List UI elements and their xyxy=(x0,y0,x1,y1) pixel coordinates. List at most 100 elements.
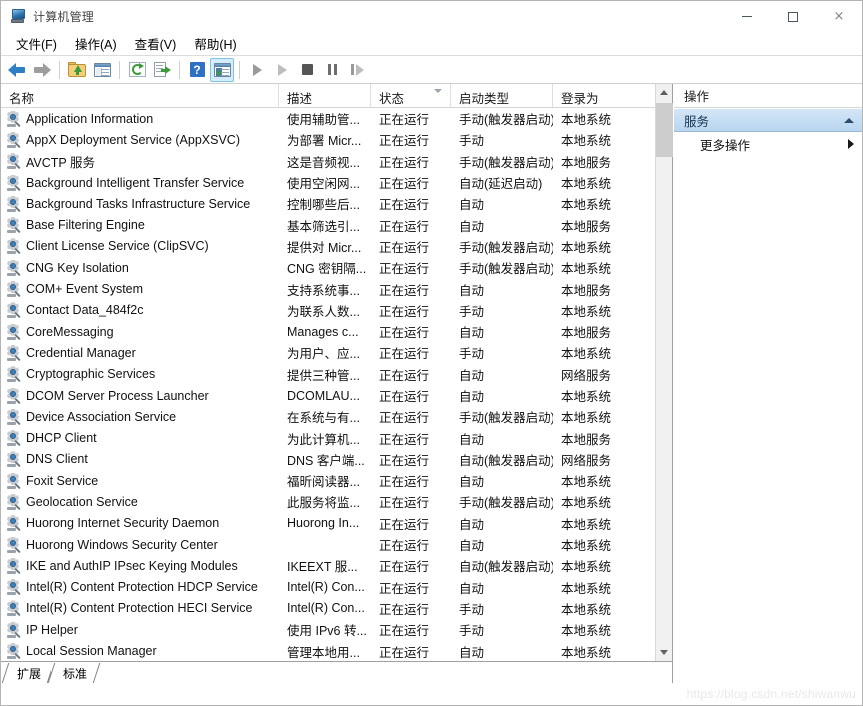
cell-status: 正在运行 xyxy=(379,134,430,149)
service-gear-icon xyxy=(6,323,22,340)
restart-service-button[interactable] xyxy=(270,58,294,82)
table-row[interactable]: CNG Key Isolation CNG 密钥隔... 正在运行 手动(触发器启动)… xyxy=(1,257,655,278)
table-row[interactable]: Base Filtering Engine 基本筛选引... 正在运行 自动 本地服务 xyxy=(1,214,655,235)
table-row[interactable]: Credential Manager 为用户、应... 正在运行 手动 本地系统 xyxy=(1,342,655,363)
help-button[interactable]: ? xyxy=(185,58,209,82)
pause-service-button[interactable] xyxy=(320,58,344,82)
scroll-down-button[interactable] xyxy=(656,644,672,661)
menu-action[interactable]: 操作(A) xyxy=(66,31,126,56)
chevron-up-icon xyxy=(660,90,668,95)
service-name: AVCTP 服务 xyxy=(26,155,95,170)
cell-description: 使用空闲网... xyxy=(287,177,360,192)
cell-log-on-as: 本地系统 xyxy=(561,624,612,639)
scrollbar-track[interactable] xyxy=(656,101,673,644)
service-name: IKE and AuthIP IPsec Keying Modules xyxy=(26,558,238,573)
table-row[interactable]: Geolocation Service 此服务将监... 正在运行 手动(触发器启动)… xyxy=(1,491,655,512)
scroll-up-button[interactable] xyxy=(656,84,672,101)
up-one-level-button[interactable] xyxy=(65,58,89,82)
table-row[interactable]: AppX Deployment Service (AppXSVC) 为部署 Mic… xyxy=(1,129,655,150)
service-name: Base Filtering Engine xyxy=(26,218,145,233)
column-name[interactable]: 名称 xyxy=(1,84,279,107)
menu-file[interactable]: 文件(F) xyxy=(7,31,66,56)
table-row[interactable]: COM+ Event System 支持系统事... 正在运行 自动 本地服务 xyxy=(1,278,655,299)
table-row[interactable]: Intel(R) Content Protection HDCP Service… xyxy=(1,577,655,598)
table-row[interactable]: Background Tasks Infrastructure Service 控… xyxy=(1,193,655,214)
table-row[interactable]: DCOM Server Process Launcher DCOMLAU... 正在… xyxy=(1,385,655,406)
table-row[interactable]: Background Intelligent Transfer Service 使… xyxy=(1,172,655,193)
vertical-scrollbar[interactable] xyxy=(655,84,673,661)
service-gear-icon xyxy=(6,493,22,510)
start-service-button[interactable] xyxy=(245,58,269,82)
table-row[interactable]: IP Helper 使用 IPv6 转... 正在运行 手动 本地系统 xyxy=(1,619,655,640)
help-icon: ? xyxy=(189,62,205,77)
cell-description: 为部署 Micr... xyxy=(287,134,362,149)
service-name: IP Helper xyxy=(26,622,78,637)
service-name: Huorong Windows Security Center xyxy=(26,537,218,552)
cell-name: IP Helper xyxy=(1,621,279,638)
action-more-actions[interactable]: 更多操作 xyxy=(674,132,862,156)
status-bar: https://blog.csdn.net/shiwanwu xyxy=(1,683,862,705)
tab-standard[interactable]: 标准 xyxy=(51,663,98,683)
cell-name: Foxit Service xyxy=(1,472,279,489)
cell-log-on-as: 本地系统 xyxy=(561,539,612,554)
tab-extended[interactable]: 扩展 xyxy=(5,663,52,683)
service-gear-icon xyxy=(6,387,22,404)
service-gear-icon xyxy=(6,366,22,383)
minimize-button[interactable] xyxy=(724,1,770,32)
table-row[interactable]: Local Session Manager 管理本地用... 正在运行 自动 本地系统 xyxy=(1,640,655,661)
cell-status: 正在运行 xyxy=(379,240,430,255)
cell-startup-type: 手动 xyxy=(459,347,485,362)
menu-view[interactable]: 查看(V) xyxy=(126,31,186,56)
cell-description: Huorong In... xyxy=(287,516,360,531)
scrollbar-thumb[interactable] xyxy=(656,103,673,157)
cell-status: 正在运行 xyxy=(379,262,430,277)
table-row[interactable]: Client License Service (ClipSVC) 提供对 Micr… xyxy=(1,236,655,257)
show-action-pane-button[interactable] xyxy=(210,57,234,82)
table-row[interactable]: Application Information 使用辅助管... 正在运行 手动(触发… xyxy=(1,108,655,129)
table-row[interactable]: DHCP Client 为此计算机... 正在运行 自动 本地服务 xyxy=(1,427,655,448)
cell-status: 正在运行 xyxy=(379,177,430,192)
actions-group-services[interactable]: 服务 xyxy=(674,108,862,132)
table-row[interactable]: Cryptographic Services 提供三种管... 正在运行 自动 网络服务 xyxy=(1,364,655,385)
stop-service-button[interactable] xyxy=(295,58,319,82)
table-row[interactable]: Intel(R) Content Protection HECI Service… xyxy=(1,598,655,619)
menu-help[interactable]: 帮助(H) xyxy=(185,31,245,56)
cell-name: Device Association Service xyxy=(1,408,279,425)
table-row[interactable]: Contact Data_484f2c 为联系人数... 正在运行 手动 本地系统 xyxy=(1,300,655,321)
close-button[interactable]: × xyxy=(816,1,862,32)
back-button[interactable] xyxy=(5,58,29,82)
service-name: Cryptographic Services xyxy=(26,367,156,382)
refresh-button[interactable] xyxy=(125,58,149,82)
cell-log-on-as: 本地系统 xyxy=(561,581,612,596)
maximize-button[interactable] xyxy=(770,1,816,32)
resume-icon xyxy=(350,63,364,76)
column-description[interactable]: 描述 xyxy=(279,84,371,107)
cell-name: Local Session Manager xyxy=(1,643,279,660)
forward-button[interactable] xyxy=(30,58,54,82)
table-row[interactable]: AVCTP 服务 这是音频视... 正在运行 手动(触发器启动) 本地服务 xyxy=(1,151,655,172)
cell-log-on-as: 本地系统 xyxy=(561,198,612,213)
table-row[interactable]: Foxit Service 福昕阅读器... 正在运行 自动 本地系统 xyxy=(1,470,655,491)
service-name: Local Session Manager xyxy=(26,644,157,659)
column-status[interactable]: 状态 xyxy=(371,84,451,107)
table-row[interactable]: Huorong Windows Security Center 正在运行 自动 本地系… xyxy=(1,534,655,555)
show-console-tree-button[interactable] xyxy=(90,58,114,82)
services-table: 名称 描述 状态 启动类型 登录为 Application Information 使用辅… xyxy=(1,84,656,661)
cell-log-on-as: 本地系统 xyxy=(561,134,612,149)
cell-startup-type: 自动 xyxy=(459,432,485,447)
view-tabs: 扩展 标准 xyxy=(1,661,672,683)
cell-status: 正在运行 xyxy=(379,368,430,383)
table-row[interactable]: CoreMessaging Manages c... 正在运行 自动 本地服务 xyxy=(1,321,655,342)
cell-startup-type: 自动 xyxy=(459,645,485,660)
column-log-on-as[interactable]: 登录为 xyxy=(553,84,656,107)
table-row[interactable]: Device Association Service 在系统与有... 正在运行 手动… xyxy=(1,406,655,427)
service-name: Credential Manager xyxy=(26,345,136,360)
table-row[interactable]: IKE and AuthIP IPsec Keying Modules IKEEX… xyxy=(1,555,655,576)
table-row[interactable]: DNS Client DNS 客户端... 正在运行 自动(触发器启动) 网络服务 xyxy=(1,449,655,470)
export-list-button[interactable] xyxy=(150,58,174,82)
column-startup-type[interactable]: 启动类型 xyxy=(451,84,553,107)
table-row[interactable]: Huorong Internet Security Daemon Huorong … xyxy=(1,513,655,534)
service-name: Device Association Service xyxy=(26,409,177,424)
cell-status: 正在运行 xyxy=(379,581,430,596)
resume-service-button[interactable] xyxy=(345,58,369,82)
